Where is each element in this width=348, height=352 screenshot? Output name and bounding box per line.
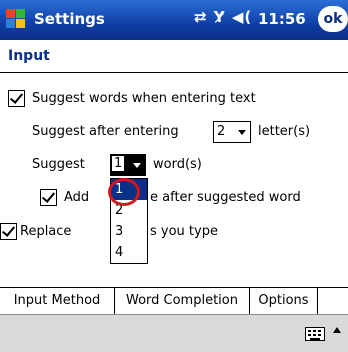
replace-label-start: Replace: [20, 224, 72, 239]
suggest-after-label: Suggest after entering: [32, 124, 179, 139]
add-space-label-end: e after suggested word: [150, 190, 301, 205]
windows-flag-icon[interactable]: [6, 9, 26, 29]
chevron-down-icon: [235, 122, 250, 142]
clock[interactable]: 11:56: [258, 10, 306, 28]
words-suffix-label: word(s): [153, 157, 202, 172]
dropdown-option[interactable]: 4: [111, 242, 147, 263]
keyboard-icon[interactable]: [305, 327, 325, 341]
menu-bar: [0, 314, 348, 352]
dropdown-option[interactable]: 3: [111, 221, 147, 242]
suggest-words-label: Suggest words when entering text: [32, 91, 256, 106]
replace-checkbox[interactable]: [0, 223, 17, 240]
letters-count-value: 2: [217, 124, 226, 139]
letters-count-select[interactable]: 2: [213, 121, 251, 143]
words-count-select[interactable]: 1: [110, 154, 146, 176]
replace-label-end: s you type: [150, 224, 218, 239]
tab-options[interactable]: Options: [250, 288, 318, 314]
tab-input-method[interactable]: Input Method: [0, 288, 115, 314]
up-arrow-icon[interactable]: [333, 327, 341, 333]
suggest-words-checkbox[interactable]: [8, 90, 25, 107]
title-bar: Settings ⇄ Y̷ ◀( 11:56 ok: [0, 0, 348, 40]
header-divider: [0, 72, 348, 73]
words-count-value: 1: [112, 156, 125, 171]
add-space-checkbox[interactable]: [40, 189, 57, 206]
tap-indicator: [108, 178, 140, 206]
tab-bar: Input Method Word Completion Options: [0, 287, 348, 315]
window-title: Settings: [34, 10, 105, 28]
chevron-down-icon: [130, 155, 145, 175]
add-space-label-start: Add: [64, 190, 90, 205]
page-title: Input: [8, 48, 50, 64]
status-icons[interactable]: ⇄ Y̷ ◀(: [194, 8, 252, 26]
ok-button[interactable]: ok: [318, 6, 348, 32]
suggest-count-label: Suggest: [32, 157, 85, 172]
tab-word-completion[interactable]: Word Completion: [115, 288, 250, 314]
letters-suffix-label: letter(s): [258, 124, 311, 139]
